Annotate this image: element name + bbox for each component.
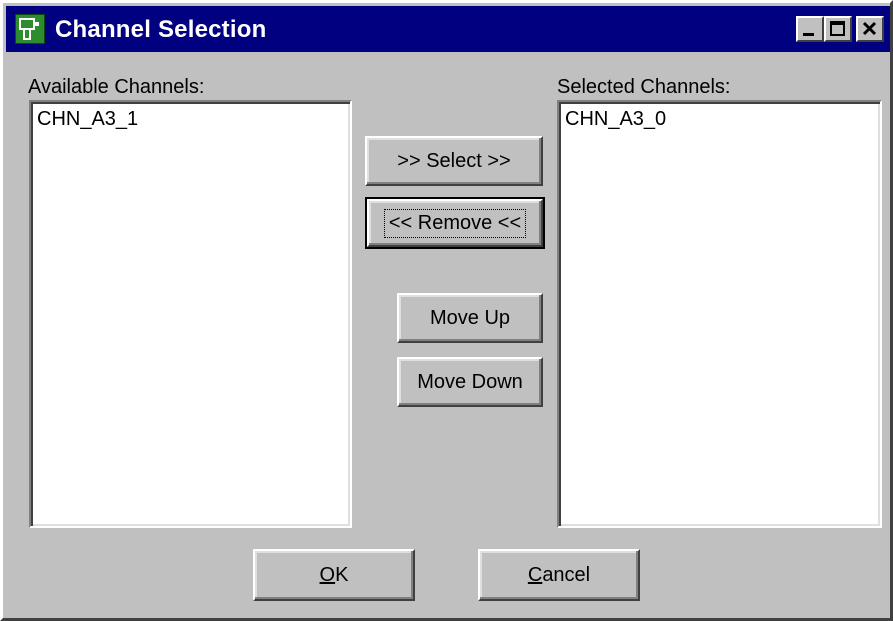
remove-button[interactable]: << Remove << xyxy=(365,197,545,249)
available-channels-list[interactable]: CHN_A3_1 xyxy=(29,100,352,528)
move-down-button-label: Move Down xyxy=(417,370,523,393)
move-down-button[interactable]: Move Down xyxy=(397,357,543,407)
title-bar[interactable]: Channel Selection xyxy=(6,6,890,52)
select-button-label: >> Select >> xyxy=(397,149,511,172)
selected-channels-list[interactable]: CHN_A3_0 xyxy=(557,100,882,528)
selected-channels-label: Selected Channels: xyxy=(557,76,731,98)
move-up-button-label: Move Up xyxy=(429,306,511,329)
ok-button[interactable]: OK xyxy=(253,549,415,601)
window-title: Channel Selection xyxy=(55,16,267,43)
close-icon xyxy=(862,21,877,36)
ok-button-label: OK xyxy=(319,563,349,586)
minimize-button[interactable] xyxy=(796,16,824,42)
app-icon xyxy=(15,14,45,44)
list-item[interactable]: CHN_A3_1 xyxy=(37,108,138,131)
cancel-button-label: Cancel xyxy=(527,563,591,586)
list-item[interactable]: CHN_A3_0 xyxy=(565,108,666,131)
move-up-button[interactable]: Move Up xyxy=(397,293,543,343)
available-channels-label: Available Channels: xyxy=(28,76,205,98)
select-button[interactable]: >> Select >> xyxy=(365,136,543,186)
maximize-button[interactable] xyxy=(824,16,852,42)
remove-button-label: << Remove << xyxy=(383,208,527,238)
cancel-button[interactable]: Cancel xyxy=(478,549,640,601)
channel-selection-window: Channel Selection Available Channels: Se… xyxy=(0,0,893,621)
maximize-icon xyxy=(830,21,845,36)
close-button[interactable] xyxy=(856,16,884,42)
minimize-icon xyxy=(803,33,814,36)
